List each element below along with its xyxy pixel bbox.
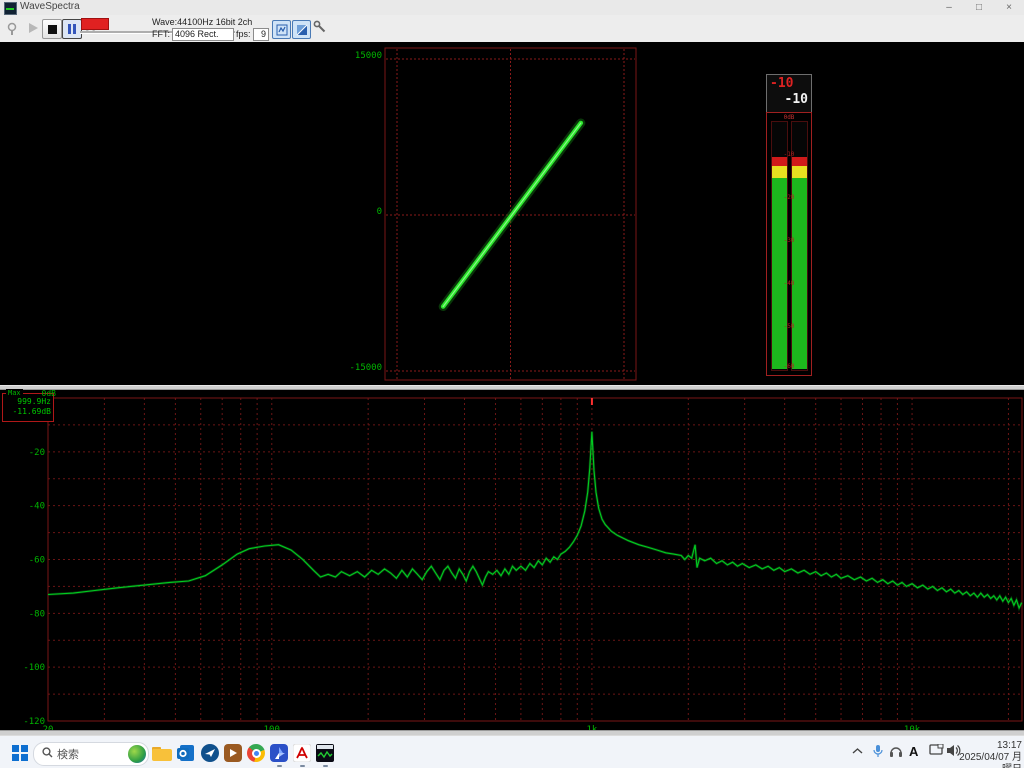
- taskbar-icon-acrobat[interactable]: [290, 741, 314, 765]
- tray-clock[interactable]: 13:17 2025/04/07 月曜日: [958, 740, 1022, 768]
- search-placeholder: 検索: [57, 746, 79, 762]
- tray-date: 2025/04/07 月曜日: [958, 752, 1022, 768]
- input-jack-icon[interactable]: [5, 21, 19, 35]
- spectrum-zero-db-label: 0dB: [34, 389, 56, 398]
- max-box-title: Max: [6, 389, 23, 397]
- app-icon: [4, 2, 17, 15]
- meter-bar-left: [771, 121, 788, 371]
- stop-button[interactable]: [42, 19, 62, 39]
- running-indicator-movies-tv: [277, 765, 282, 767]
- svg-text:-80: -80: [29, 609, 45, 619]
- spectrum-panel: -20-40-60-80-100-120201001k10k: [0, 390, 1024, 730]
- spectrum-plot: -20-40-60-80-100-120201001k10k: [0, 390, 1024, 734]
- fft-setting-box[interactable]: 4096 Rect.: [172, 28, 234, 41]
- pause-button[interactable]: [62, 19, 82, 39]
- fft-label: FFT:: [152, 29, 170, 39]
- search-icon: [42, 747, 53, 761]
- fps-label: fps:: [236, 29, 251, 39]
- title-bar: WaveSpectra – □ ×: [0, 0, 1024, 16]
- meter-peak-readout: -10 -10: [766, 74, 812, 113]
- running-indicator-wavespectra: [323, 765, 328, 767]
- lissajous-ymin-label: -15000: [327, 363, 382, 373]
- meter-scale-label: -10: [767, 151, 811, 158]
- over-indicator-lamp: [81, 18, 109, 30]
- meter-scale-label: -20: [767, 194, 811, 201]
- settings-wrench-icon[interactable]: [313, 20, 327, 34]
- taskbar-icon-wavespectra[interactable]: [313, 741, 337, 765]
- taskbar-icon-media-player[interactable]: [221, 741, 245, 765]
- waveform-panel: 15000 0 -15000 -10 -10 0dB: [0, 42, 1024, 385]
- play-button-icon[interactable]: [26, 21, 40, 35]
- display-mode-2-button[interactable]: [292, 20, 311, 39]
- tray-microphone-icon[interactable]: [872, 744, 884, 761]
- meter-scale-label: -50: [767, 323, 811, 330]
- wave-info: Wave:44100Hz 16bit 2ch: [152, 17, 252, 27]
- meter-bars: 0dB -10 -20 -30 -40 -50 -60: [766, 112, 812, 376]
- meter-scale-label: -60: [767, 363, 811, 370]
- taskbar: 検索: [0, 735, 1024, 768]
- svg-text:-60: -60: [29, 556, 45, 566]
- minimize-button[interactable]: –: [934, 0, 964, 15]
- meter-peak-left: -10: [770, 76, 793, 91]
- lissajous-plot: [383, 46, 641, 386]
- taskbar-icon-paper-plane-app[interactable]: [198, 741, 222, 765]
- svg-text:-100: -100: [23, 663, 45, 673]
- display-mode-1-button[interactable]: [272, 20, 291, 39]
- taskbar-icon-chrome[interactable]: [244, 741, 268, 765]
- toolbar: Wave:44100Hz 16bit 2ch FFT: 4096 Rect. f…: [0, 15, 1024, 43]
- running-indicator-acrobat: [300, 765, 305, 767]
- screen: WaveSpectra – □ × Wave:44100Hz 16bit 2ch…: [0, 0, 1024, 768]
- tray-display-icon[interactable]: [929, 744, 944, 760]
- maximize-button[interactable]: □: [964, 0, 994, 15]
- ime-mode-indicator[interactable]: A: [909, 744, 918, 759]
- tray-headset-icon[interactable]: [889, 744, 903, 761]
- tray-chevron-up-icon[interactable]: [852, 746, 863, 758]
- lissajous-ymax-label: 15000: [327, 51, 382, 61]
- tray-time: 13:17: [958, 740, 1022, 752]
- svg-text:-20: -20: [29, 448, 45, 458]
- level-meter-panel: -10 -10 0dB -10 -20 -30 -40 -50 -60: [766, 74, 812, 376]
- taskbar-icon-outlook[interactable]: [174, 741, 198, 765]
- window-title: WaveSpectra: [20, 1, 80, 12]
- meter-zero-db-label: 0dB: [767, 114, 811, 121]
- taskbar-icon-movies-tv[interactable]: [267, 741, 291, 765]
- start-button[interactable]: [8, 741, 32, 765]
- meter-bar-right: [791, 121, 808, 371]
- max-frequency: 999.9Hz: [17, 397, 51, 406]
- search-input[interactable]: 検索: [33, 742, 149, 766]
- svg-text:-40: -40: [29, 502, 45, 512]
- meter-scale-label: -40: [767, 280, 811, 287]
- max-level: -11.69dB: [12, 407, 51, 416]
- close-button[interactable]: ×: [994, 0, 1024, 15]
- fps-input[interactable]: 9: [253, 28, 269, 41]
- lissajous-yzero-label: 0: [327, 207, 382, 217]
- meter-peak-right: -10: [785, 92, 808, 107]
- meter-scale-label: -30: [767, 237, 811, 244]
- taskbar-icon-file-explorer[interactable]: [150, 741, 174, 765]
- search-highlight-icon: [128, 745, 146, 763]
